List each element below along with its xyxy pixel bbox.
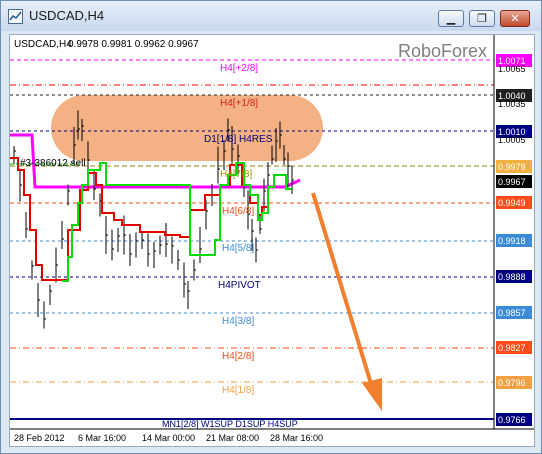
- title-bar[interactable]: USDCAD,H4 ▁ ❐ ✕: [1, 1, 541, 31]
- label-bottom-support: MN1[2/8] W1SUP D1SUP H4SUP: [162, 419, 298, 429]
- time-label-3: 21 Mar 08:00: [206, 433, 259, 443]
- time-label-4: 28 Mar 16:00: [270, 433, 323, 443]
- chart-area[interactable]: #3-386012 sell USDCAD,H4 0.9978 0.9981 0…: [9, 34, 535, 447]
- ohlc-values: 0.9978 0.9981 0.9962 0.9967: [68, 39, 199, 50]
- label-d1-res: D1[1/8] H4RES: [204, 134, 273, 145]
- close-button[interactable]: ✕: [500, 10, 530, 27]
- chart-window-icon: [8, 9, 23, 24]
- label-h4-1-8: H4[1/8]: [222, 385, 254, 396]
- price-0-9949: 0.9949: [498, 198, 526, 208]
- close-icon: ✕: [510, 12, 520, 25]
- label-h4-6-8: H4[6/8]: [222, 206, 254, 217]
- forecast-arrow-head: [362, 378, 382, 411]
- time-label-0: 28 Feb 2012: [14, 433, 65, 443]
- forecast-arrow-shaft: [311, 192, 374, 388]
- price-1-0065: 1.0065: [498, 64, 526, 74]
- price-0-9857: 0.9857: [498, 308, 526, 318]
- time-label-1: 6 Mar 16:00: [78, 433, 126, 443]
- price-0-9796: 0.9796: [498, 378, 526, 388]
- minimize-icon: ▁: [446, 12, 456, 25]
- time-label-2: 14 Mar 00:00: [142, 433, 195, 443]
- price-chart[interactable]: #3-386012 sell USDCAD,H4 0.9978 0.9981 0…: [10, 35, 534, 446]
- label-h4-plus1: H4[+1/8]: [220, 98, 258, 109]
- order-label: #3-386012 sell: [20, 158, 86, 169]
- label-h4-2-8: H4[2/8]: [222, 351, 254, 362]
- price-0-9918: 0.9918: [498, 236, 526, 246]
- price-0-9827: 0.9827: [498, 343, 526, 353]
- symbol-timeframe: USDCAD,H4: [14, 39, 72, 50]
- time-axis: 28 Feb 2012 6 Mar 16:00 14 Mar 00:00 21 …: [14, 433, 323, 443]
- price-axis: 1.0071 1.0065 1.0040 1.0035 1.0010 1.000…: [496, 54, 532, 426]
- label-h4-7-8: H4[7/8]: [220, 169, 252, 180]
- restore-icon: ❐: [477, 12, 487, 25]
- price-current: 0.9967: [498, 177, 526, 187]
- price-1-0035: 1.0035: [498, 99, 526, 109]
- restore-button[interactable]: ❐: [469, 10, 495, 27]
- price-0-9888: 0.9888: [498, 272, 526, 282]
- price-0-9766: 0.9766: [498, 415, 526, 425]
- label-h4-3-8: H4[3/8]: [222, 316, 254, 327]
- price-0-9979: 0.9979: [498, 162, 526, 172]
- minimize-button[interactable]: ▁: [438, 10, 464, 27]
- label-h4-pivot: H4PIVOT: [218, 280, 261, 291]
- resistance-zone: [51, 95, 323, 161]
- broker-watermark: RoboForex: [398, 41, 487, 61]
- label-h4-plus2: H4[+2/8]: [220, 63, 258, 74]
- app-window: USDCAD,H4 ▁ ❐ ✕ #3-386012 sell USDCAD,H4…: [0, 0, 542, 454]
- label-h4-5-8: H4[5/8]: [222, 243, 254, 254]
- price-1-0005: 1.0005: [498, 135, 526, 145]
- window-title: USDCAD,H4: [29, 8, 105, 23]
